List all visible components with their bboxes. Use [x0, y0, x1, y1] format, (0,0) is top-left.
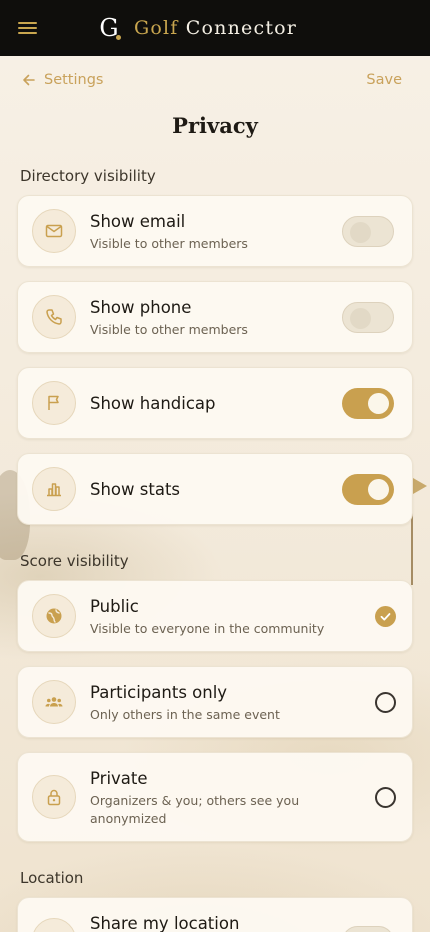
brand-name: Golf Connector [134, 17, 297, 39]
show-handicap-toggle[interactable] [342, 388, 394, 419]
participants-radio[interactable] [375, 692, 396, 713]
setting-title: Share my location [90, 914, 240, 932]
setting-subtitle: Visible to other members [90, 322, 248, 337]
show-stats-toggle[interactable] [342, 474, 394, 505]
location-pin-icon [32, 918, 76, 932]
score-option-private[interactable]: Private Organizers & you; others see you… [17, 752, 413, 842]
private-radio[interactable] [375, 787, 396, 808]
show-phone-toggle[interactable] [342, 302, 394, 333]
hamburger-menu-icon[interactable] [18, 19, 38, 37]
setting-title: Show phone [90, 298, 192, 317]
option-title: Participants only [90, 683, 228, 702]
setting-subtitle: Visible to other members [90, 236, 248, 251]
app-header: G Golf Connector [0, 0, 430, 56]
option-subtitle: Organizers & you; others see you anonymi… [90, 793, 300, 826]
brand-logo: G [96, 13, 122, 43]
section-label-directory: Directory visibility [20, 167, 156, 185]
public-radio-checked[interactable] [375, 606, 396, 627]
show-email-toggle[interactable] [342, 216, 394, 247]
setting-show-stats: Show stats [17, 453, 413, 525]
share-location-toggle[interactable] [342, 926, 394, 932]
page-title: Privacy [172, 113, 258, 138]
setting-title: Show handicap [90, 394, 216, 413]
option-title: Public [90, 597, 139, 616]
settings-list: Privacy Directory visibility Show email … [0, 0, 430, 932]
option-title: Private [90, 769, 148, 788]
setting-title: Show email [90, 212, 186, 231]
section-label-score: Score visibility [20, 552, 129, 570]
setting-title: Show stats [90, 480, 181, 499]
setting-show-email: Show email Visible to other members [17, 195, 413, 267]
score-option-public[interactable]: Public Visible to everyone in the commun… [17, 580, 413, 652]
setting-share-location: Share my location [17, 897, 413, 932]
phone-icon [32, 295, 76, 339]
section-label-location: Location [20, 869, 84, 887]
bar-chart-icon [32, 467, 76, 511]
lock-icon [32, 775, 76, 819]
group-icon [32, 680, 76, 724]
brand: G Golf Connector [96, 12, 297, 44]
option-subtitle: Visible to everyone in the community [90, 621, 325, 636]
check-icon [380, 613, 391, 621]
brand-name-connector: Connector [185, 17, 298, 39]
mail-icon [32, 209, 76, 253]
brand-name-golf: Golf [134, 17, 179, 39]
setting-show-phone: Show phone Visible to other members [17, 281, 413, 353]
option-subtitle: Only others in the same event [90, 707, 280, 722]
setting-show-handicap: Show handicap [17, 367, 413, 439]
globe-icon [32, 594, 76, 638]
score-option-participants[interactable]: Participants only Only others in the sam… [17, 666, 413, 738]
flag-icon [32, 381, 76, 425]
